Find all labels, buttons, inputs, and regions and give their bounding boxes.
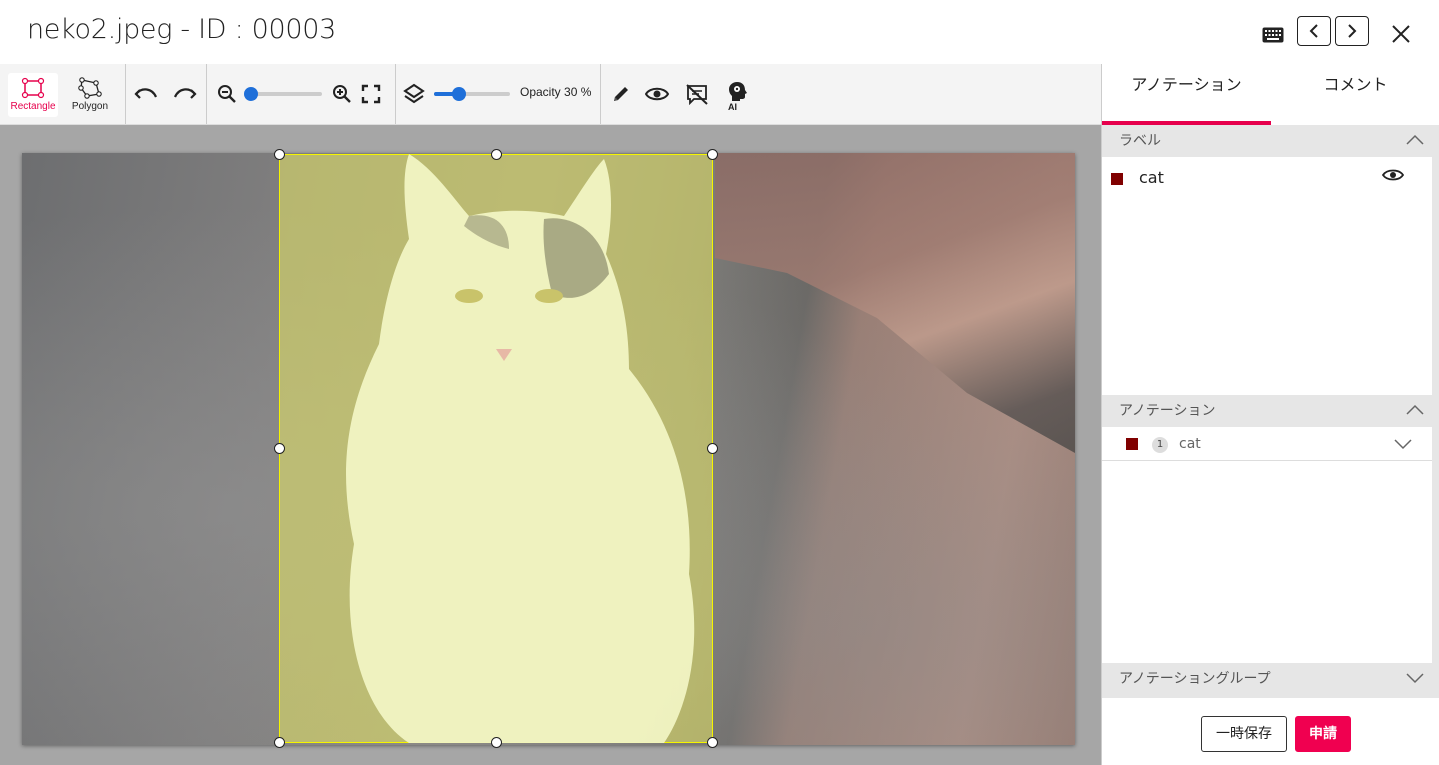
opacity-slider[interactable]: [434, 87, 510, 101]
layers-button[interactable]: [401, 81, 427, 107]
label-item[interactable]: cat: [1102, 158, 1432, 198]
redo-button[interactable]: [172, 81, 198, 107]
zoom-out-button[interactable]: [214, 81, 240, 107]
chevron-down-icon[interactable]: [1394, 437, 1412, 451]
previous-button[interactable]: [1297, 16, 1331, 46]
rectangle-tool[interactable]: Rectangle: [8, 73, 58, 117]
zoom-slider[interactable]: [244, 87, 322, 101]
undo-button[interactable]: [133, 81, 159, 107]
label-off-icon: [686, 84, 708, 105]
label-name: cat: [1139, 168, 1164, 187]
bbox-handle-middle-right[interactable]: [707, 443, 718, 454]
keyboard-icon[interactable]: [1262, 27, 1284, 43]
page-title: neko2.jpeg - ID : 00003: [27, 14, 337, 45]
chevron-down-icon[interactable]: [1406, 671, 1424, 685]
hide-labels-button[interactable]: [684, 81, 710, 107]
eye-icon[interactable]: [1382, 167, 1404, 183]
shape-tool-group: Rectangle Polygon: [0, 64, 126, 124]
zoom-group: [207, 64, 396, 124]
tab-comment[interactable]: コメント: [1271, 64, 1439, 125]
layers-icon: [403, 83, 425, 104]
close-icon[interactable]: [1389, 22, 1413, 46]
next-button[interactable]: [1335, 16, 1369, 46]
undo-icon: [134, 88, 158, 99]
chevron-right-icon: [1348, 24, 1357, 38]
side-panel: アノテーション コメント ラベル cat アノテーション 1 cat アノテーシ…: [1101, 64, 1439, 765]
rectangle-icon: [21, 77, 45, 99]
polygon-tool[interactable]: Polygon: [66, 77, 114, 112]
bbox-handle-bottom-right[interactable]: [707, 737, 718, 748]
label-color-swatch: [1111, 173, 1123, 185]
zoom-slider-knob[interactable]: [244, 87, 258, 101]
ai-head-icon: [729, 82, 747, 101]
fit-screen-button[interactable]: [358, 81, 384, 107]
ai-label: AI: [728, 102, 737, 112]
eye-icon: [645, 87, 669, 101]
ai-button[interactable]: [724, 78, 750, 104]
annotation-color-swatch: [1126, 438, 1138, 450]
opacity-slider-knob[interactable]: [452, 87, 466, 101]
labels-section-title: ラベル: [1119, 133, 1161, 149]
annotations-section-title: アノテーション: [1119, 403, 1216, 419]
bbox-handle-middle-left[interactable]: [274, 443, 285, 454]
annotations-section-header[interactable]: アノテーション: [1102, 395, 1439, 427]
header: neko2.jpeg - ID : 00003: [0, 0, 1439, 64]
annotation-name: cat: [1179, 436, 1201, 452]
polygon-tool-label: Polygon: [71, 101, 109, 112]
zoom-out-icon: [218, 85, 236, 103]
tab-annotation[interactable]: アノテーション: [1102, 64, 1271, 125]
zoom-in-icon: [333, 85, 351, 103]
labels-section-header[interactable]: ラベル: [1102, 125, 1439, 157]
groups-section-header[interactable]: アノテーショングループ: [1102, 663, 1439, 698]
opacity-label: Opacity 30 %: [520, 85, 592, 99]
annotation-item[interactable]: 1 cat: [1102, 428, 1432, 461]
zoom-in-button[interactable]: [329, 81, 355, 107]
bbox-handle-top-right[interactable]: [707, 149, 718, 160]
bbox-handle-bottom-left[interactable]: [274, 737, 285, 748]
bbox-handle-top-left[interactable]: [274, 149, 285, 160]
polygon-icon: [78, 77, 102, 99]
bbox-handle-top-center[interactable]: [491, 149, 502, 160]
redo-icon: [173, 88, 197, 99]
chevron-up-icon[interactable]: [1406, 133, 1424, 147]
groups-section-title: アノテーショングループ: [1119, 671, 1271, 687]
cat-figure: [346, 154, 695, 743]
annotation-index-badge: 1: [1152, 437, 1168, 453]
chevron-up-icon[interactable]: [1406, 403, 1424, 417]
pencil-icon: [614, 87, 628, 101]
edit-button[interactable]: [608, 81, 634, 107]
history-group: [126, 64, 207, 124]
side-tabs: アノテーション コメント: [1102, 64, 1439, 125]
submit-button[interactable]: 申請: [1295, 716, 1351, 752]
temporary-save-button[interactable]: 一時保存: [1201, 716, 1287, 752]
rectangle-tool-label: Rectangle: [10, 101, 56, 112]
fullscreen-icon: [361, 84, 381, 104]
toolbar: Rectangle Polygon Opacity 30 % AI: [0, 64, 1101, 125]
chevron-left-icon: [1309, 24, 1318, 38]
visibility-button[interactable]: [644, 81, 670, 107]
bbox-handle-bottom-center[interactable]: [491, 737, 502, 748]
